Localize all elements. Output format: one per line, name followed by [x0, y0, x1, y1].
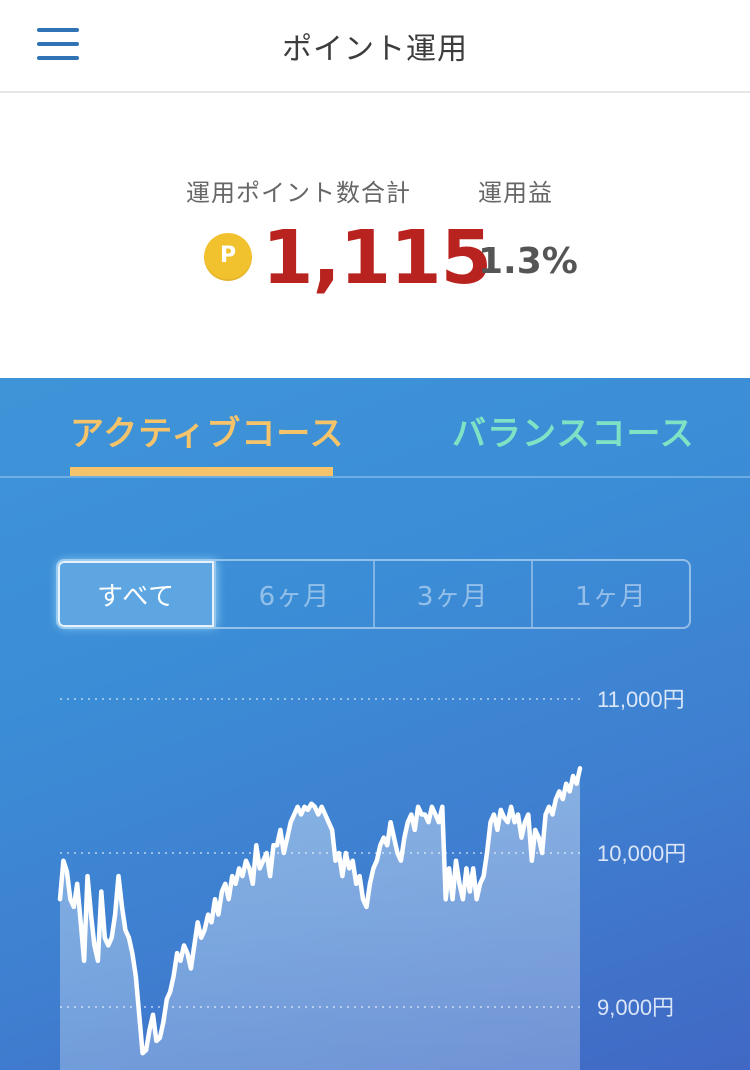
performance-chart: 11,000円 10,000円 9,000円: [57, 687, 686, 1070]
course-tabs: アクティブコース バランスコース: [0, 378, 750, 478]
tab-balance-course[interactable]: バランスコース: [452, 406, 695, 455]
course-panel: アクティブコース バランスコース すべて 6ヶ月 3ヶ月 1ヶ月 11,000円…: [0, 378, 750, 1070]
period-6-months-button[interactable]: 6ヶ月: [216, 561, 375, 627]
period-1-month-button[interactable]: 1ヶ月: [533, 561, 689, 627]
app-header: ポイント運用: [0, 0, 750, 93]
coin-symbol: P: [219, 243, 237, 268]
y-tick-label: 11,000円: [597, 687, 685, 712]
period-all-button[interactable]: すべて: [58, 561, 217, 627]
period-selector: すべて 6ヶ月 3ヶ月 1ヶ月: [56, 559, 691, 629]
active-tab-indicator: [70, 467, 333, 476]
page-title: ポイント運用: [282, 32, 468, 67]
point-coin-icon: P: [204, 233, 252, 281]
total-points-label: 運用ポイント数合計: [186, 179, 411, 207]
y-tick-label: 10,000円: [597, 841, 686, 866]
y-tick-label: 9,000円: [597, 995, 674, 1020]
profit-label: 運用益: [478, 179, 553, 207]
total-points-value: 1,115: [262, 215, 492, 301]
tab-active-course[interactable]: アクティブコース: [70, 406, 345, 455]
period-3-months-button[interactable]: 3ヶ月: [375, 561, 533, 627]
profit-rate-value: 1.3%: [478, 241, 578, 282]
points-summary: 運用ポイント数合計 運用益 P 1,115 1.3%: [0, 93, 750, 378]
